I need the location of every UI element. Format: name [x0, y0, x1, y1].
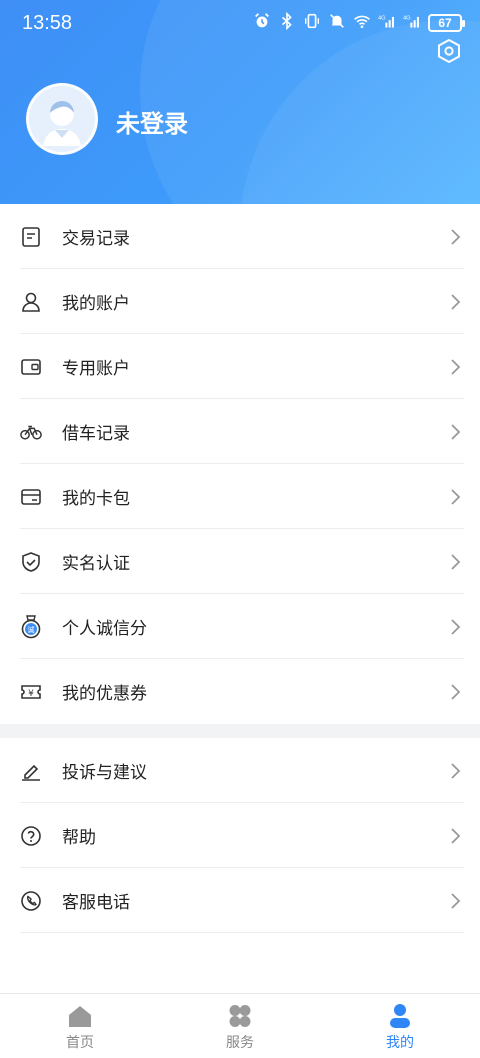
menu-item-my-account[interactable]: 我的账户 — [0, 269, 480, 334]
menu-item-help[interactable]: 帮助 — [0, 803, 480, 868]
card-icon — [20, 486, 42, 508]
alarm-icon — [253, 12, 271, 34]
login-status-text[interactable]: 未登录 — [116, 104, 188, 139]
mute-bell-icon — [328, 12, 346, 34]
chevron-right-icon — [451, 827, 461, 844]
chevron-right-icon — [451, 228, 461, 245]
bicycle-icon — [20, 421, 42, 443]
user-icon — [20, 291, 42, 313]
integrity-badge-icon: 诚 — [20, 614, 42, 638]
menu-label: 交易记录 — [62, 229, 130, 249]
phone-icon — [20, 890, 42, 912]
menu-label: 借车记录 — [62, 424, 130, 444]
tab-mine[interactable]: 我的 — [320, 994, 480, 1058]
chevron-right-icon — [451, 553, 461, 570]
integrity-badge-char: 诚 — [28, 625, 35, 634]
profile-header: 13:58 4G 4G 67 未登录 — [0, 0, 480, 204]
menu-label: 帮助 — [62, 828, 96, 848]
menu-item-card-wallet[interactable]: 我的卡包 — [0, 464, 480, 529]
help-icon — [20, 825, 42, 847]
chevron-right-icon — [451, 618, 461, 635]
bottom-tab-bar: 首页 服务 我的 — [0, 993, 480, 1058]
tab-services[interactable]: 服务 — [160, 994, 320, 1058]
menu-label: 投诉与建议 — [62, 763, 147, 783]
chevron-right-icon — [451, 683, 461, 700]
grid-icon — [229, 1005, 251, 1027]
signal-4g-icon: 4G — [403, 12, 421, 34]
menu-item-my-coupons[interactable]: ¥ 我的优惠券 — [0, 659, 480, 724]
chevron-right-icon — [451, 488, 461, 505]
bluetooth-icon — [278, 11, 296, 34]
status-bar: 13:58 4G 4G 67 — [0, 0, 480, 48]
menu-item-dedicated-account[interactable]: 专用账户 — [0, 334, 480, 399]
menu-item-bike-records[interactable]: 借车记录 — [0, 399, 480, 464]
menu-label: 专用账户 — [62, 359, 130, 379]
receipt-icon — [20, 226, 42, 248]
settings-button[interactable] — [436, 38, 462, 64]
menu-label: 我的账户 — [62, 294, 130, 314]
signal-4g-icon: 4G — [378, 12, 396, 34]
edit-icon — [20, 760, 42, 782]
wallet-icon — [20, 356, 42, 378]
home-icon — [69, 1006, 91, 1027]
section-gap — [0, 724, 480, 738]
menu-item-integrity-score[interactable]: 诚 个人诚信分 — [0, 594, 480, 659]
status-time: 13:58 — [22, 12, 73, 34]
battery-indicator: 67 — [428, 14, 465, 32]
svg-text:4G: 4G — [378, 15, 386, 21]
menu-item-customer-service[interactable]: 客服电话 — [0, 868, 480, 933]
coupon-symbol: ¥ — [28, 689, 34, 699]
menu-item-feedback[interactable]: 投诉与建议 — [0, 738, 480, 803]
tab-label: 我的 — [386, 1035, 414, 1051]
menu-item-transaction-records[interactable]: 交易记录 — [0, 204, 480, 269]
chevron-right-icon — [451, 892, 461, 909]
chevron-right-icon — [451, 423, 461, 440]
menu-list: 交易记录 我的账户 专用账户 借车记录 我的卡包 实名认证 诚 个人诚信分 ¥ … — [0, 204, 480, 933]
settings-hexagon-icon — [438, 38, 460, 64]
profile-icon — [390, 1004, 410, 1028]
vibrate-icon — [303, 12, 321, 34]
chevron-right-icon — [451, 293, 461, 310]
shield-check-icon — [20, 551, 42, 573]
menu-item-real-name-verification[interactable]: 实名认证 — [0, 529, 480, 594]
svg-text:4G: 4G — [403, 15, 411, 21]
avatar[interactable] — [26, 83, 98, 155]
chevron-right-icon — [451, 358, 461, 375]
tab-home[interactable]: 首页 — [0, 994, 160, 1058]
default-avatar-icon — [29, 86, 95, 152]
tab-label: 首页 — [66, 1035, 94, 1051]
tab-label: 服务 — [226, 1035, 254, 1051]
coupon-icon: ¥ — [20, 681, 42, 703]
menu-label: 我的卡包 — [62, 489, 130, 509]
wifi-icon — [353, 12, 371, 34]
menu-label: 客服电话 — [62, 893, 130, 913]
menu-label: 个人诚信分 — [62, 619, 147, 639]
menu-label: 我的优惠券 — [62, 684, 147, 704]
chevron-right-icon — [451, 762, 461, 779]
menu-label: 实名认证 — [62, 554, 130, 574]
